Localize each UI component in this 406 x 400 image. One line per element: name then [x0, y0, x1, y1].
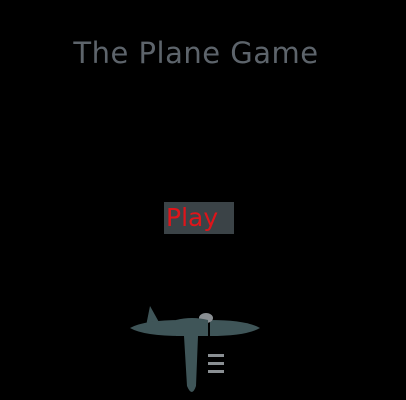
plane-left-wing [130, 320, 182, 336]
plane-fuselage [176, 318, 208, 392]
plane-right-wing [210, 320, 260, 336]
plane-stripe [208, 354, 224, 357]
plane-icon [130, 306, 260, 392]
play-button[interactable]: Play [164, 202, 234, 234]
plane-stripe [208, 362, 224, 365]
game-screen: The Plane Game Play [0, 0, 406, 400]
plane-stripe [208, 370, 224, 373]
game-title: The Plane Game [73, 36, 319, 70]
